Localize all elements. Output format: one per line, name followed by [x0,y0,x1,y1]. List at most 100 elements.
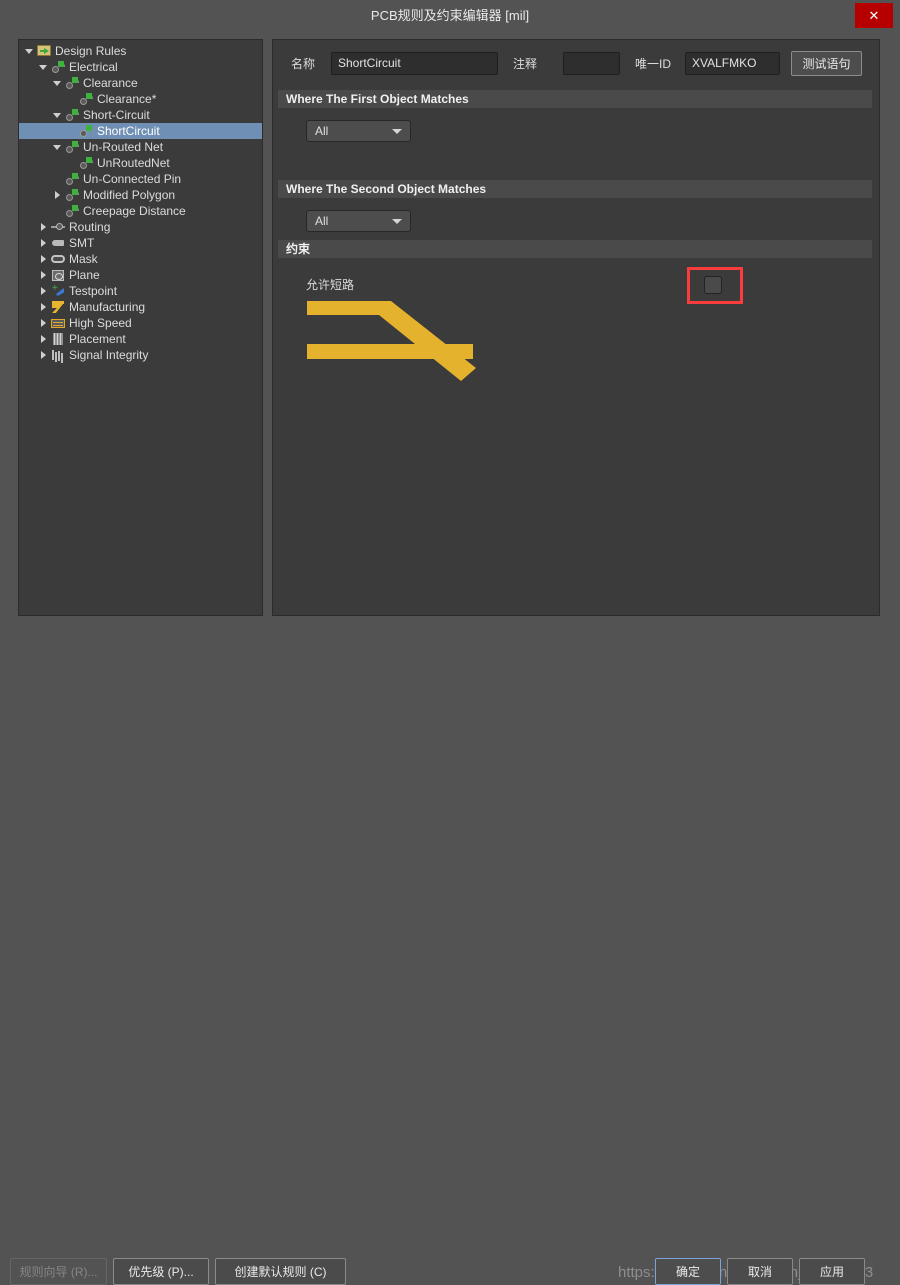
collapse-twisty-icon[interactable] [51,107,64,123]
placement-icon [50,331,67,347]
tree-item-routing[interactable]: Routing [19,219,262,235]
tree-item-label: Clearance [83,76,138,90]
tree-item-label: Clearance* [97,92,157,106]
chevron-down-icon [392,219,402,224]
tree-item-clearance[interactable]: Clearance [19,75,262,91]
tree-item-label: Signal Integrity [69,348,149,362]
tree-item-shortcircuit[interactable]: ShortCircuit [19,123,262,139]
tree-item-short-circuit[interactable]: Short-Circuit [19,107,262,123]
expand-twisty-icon[interactable] [37,331,50,347]
constraint-section-header: 约束 [278,240,872,258]
tree-item-label: Manufacturing [69,300,146,314]
rule-editor-panel: 名称 ShortCircuit 注释 唯一ID XVALFMKO 测试语句 Wh… [272,39,880,616]
tree-item-testpoint[interactable]: + Testpoint [19,283,262,299]
tree-item-label: ShortCircuit [97,124,160,138]
tree-item-design-rules[interactable]: Design Rules [19,43,262,59]
tree-item-unroutednet[interactable]: UnRoutedNet [19,155,262,171]
test-query-button[interactable]: 测试语句 [791,51,862,76]
name-input[interactable]: ShortCircuit [331,52,498,75]
apply-button[interactable]: 应用 [799,1258,865,1285]
tree-item-electrical[interactable]: Electrical [19,59,262,75]
unique-id-input[interactable]: XVALFMKO [685,52,780,75]
tree-item-label: Un-Routed Net [83,140,164,154]
electrical-icon [64,139,81,155]
highspeed-icon [50,315,67,331]
title-bar: PCB规则及约束编辑器 [mil] ✕ [0,0,900,31]
rule-form-row: 名称 ShortCircuit 注释 唯一ID XVALFMKO 测试语句 [273,40,879,88]
tree-item-placement[interactable]: Placement [19,331,262,347]
tree-item-clearance[interactable]: Clearance* [19,91,262,107]
electrical-icon [50,59,67,75]
tree-item-label: Design Rules [55,44,127,58]
dialog-footer: 规则向导 (R)... 优先级 (P)... 创建默认规则 (C) https:… [0,625,900,1285]
tree-item-smt[interactable]: SMT [19,235,262,251]
expand-twisty-icon[interactable] [37,315,50,331]
expand-twisty-icon[interactable] [37,235,50,251]
expand-twisty-icon[interactable] [37,283,50,299]
collapse-twisty-icon[interactable] [37,59,50,75]
tree-item-label: Modified Polygon [83,188,176,202]
cancel-button[interactable]: 取消 [727,1258,793,1285]
tree-item-plane[interactable]: Plane [19,267,262,283]
expand-twisty-icon[interactable] [37,219,50,235]
tree-item-label: SMT [69,236,95,250]
name-label: 名称 [291,57,316,71]
tree-item-signal-integrity[interactable]: Signal Integrity [19,347,262,363]
comment-input[interactable] [563,52,620,75]
tree-item-modified-polygon[interactable]: Modified Polygon [19,187,262,203]
electrical-icon [78,91,95,107]
first-object-scope-value: All [315,124,329,138]
testpoint-icon: + [50,283,67,299]
second-object-scope-value: All [315,214,329,228]
second-object-scope-dropdown[interactable]: All [306,210,411,232]
expand-twisty-icon[interactable] [51,187,64,203]
tree-item-label: Placement [69,332,126,346]
second-object-section-header: Where The Second Object Matches [278,180,872,198]
first-object-scope-dropdown[interactable]: All [306,120,411,142]
electrical-icon [78,123,95,139]
ok-button[interactable]: 确定 [655,1258,721,1285]
tree-item-un-connected-pin[interactable]: Un-Connected Pin [19,171,262,187]
close-icon[interactable]: ✕ [855,3,893,28]
allow-short-circuit-checkbox[interactable] [704,276,722,294]
tree-item-label: UnRoutedNet [97,156,170,170]
priority-button[interactable]: 优先级 (P)... [113,1258,209,1285]
tree-item-label: Short-Circuit [83,108,150,122]
mask-icon [50,251,67,267]
expand-twisty-icon[interactable] [37,251,50,267]
rule-wizard-button[interactable]: 规则向导 (R)... [10,1258,107,1285]
dialog-body: Design Rules Electrical Clearance Clearance… [0,31,900,625]
expand-twisty-icon[interactable] [37,267,50,283]
unique-id-label: 唯一ID [635,57,672,71]
tree-item-un-routed-net[interactable]: Un-Routed Net [19,139,262,155]
tree-item-label: Plane [69,268,100,282]
manufacturing-icon [50,299,67,315]
comment-label: 注释 [513,57,538,71]
rules-tree-panel[interactable]: Design Rules Electrical Clearance Clearance… [18,39,263,616]
collapse-twisty-icon[interactable] [51,139,64,155]
create-default-rules-button[interactable]: 创建默认规则 (C) [215,1258,346,1285]
tree-item-label: High Speed [69,316,132,330]
tree-item-manufacturing[interactable]: Manufacturing [19,299,262,315]
collapse-twisty-icon[interactable] [23,43,36,59]
expand-twisty-icon[interactable] [37,347,50,363]
collapse-twisty-icon[interactable] [51,75,64,91]
tree-item-label: Testpoint [69,284,118,298]
short-circuit-illustration [307,301,476,381]
electrical-icon [64,187,81,203]
tree-item-label: Creepage Distance [83,204,186,218]
electrical-icon [64,203,81,219]
electrical-icon [64,171,81,187]
tree-item-creepage-distance[interactable]: Creepage Distance [19,203,262,219]
tree-item-high-speed[interactable]: High Speed [19,315,262,331]
tree-item-mask[interactable]: Mask [19,251,262,267]
tree-item-label: Mask [69,252,98,266]
routing-icon [50,219,67,235]
signalintegrity-icon [50,347,67,363]
expand-twisty-icon[interactable] [37,299,50,315]
plane-icon [50,267,67,283]
